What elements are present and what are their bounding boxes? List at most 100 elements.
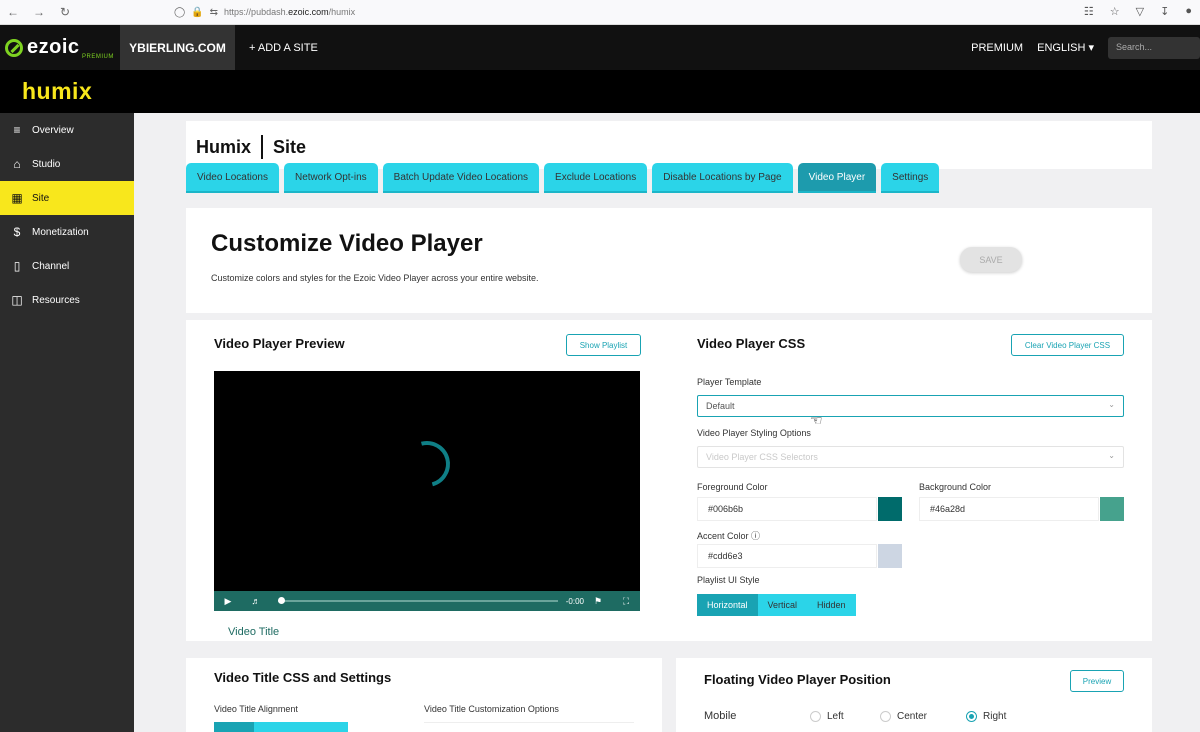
play-icon[interactable]: ▶ (214, 596, 242, 607)
tab-settings[interactable]: Settings (881, 163, 940, 193)
humix-logo[interactable]: humix (22, 78, 92, 105)
alignment-selected-option[interactable] (214, 722, 254, 732)
mobile-label: Mobile (704, 710, 737, 722)
reload-icon[interactable]: ↻ (52, 5, 78, 19)
chevron-down-icon: ▾ (1088, 42, 1094, 54)
language-dropdown[interactable]: ENGLISH ▾ (1037, 41, 1094, 54)
css-title: Video Player CSS (697, 336, 806, 351)
search-input[interactable]: Search... (1108, 36, 1200, 59)
fullscreen-icon[interactable]: ⛶ (612, 596, 640, 607)
position-left-radio[interactable]: Left (810, 711, 844, 722)
background-color-input[interactable]: #46a28d (919, 497, 1099, 521)
volume-icon[interactable]: ♬ (242, 596, 270, 606)
save-button[interactable]: SAVE (960, 247, 1022, 272)
premium-link[interactable]: PREMIUM (971, 42, 1023, 54)
foreground-swatch[interactable] (878, 497, 902, 521)
humix-bar: humix (0, 70, 1200, 113)
translate-icon[interactable]: ☷ (1084, 5, 1094, 18)
site-selector[interactable]: YBIERLING.COM (120, 25, 235, 70)
background-swatch[interactable] (1100, 497, 1124, 521)
page-header: Humix Site (186, 121, 1152, 169)
tab-disable-locations[interactable]: Disable Locations by Page (652, 163, 793, 193)
title-alignment-toggle[interactable] (214, 722, 348, 732)
player-template-select[interactable]: Default ⌄ (697, 395, 1124, 417)
help-icon[interactable]: ⓘ (751, 531, 760, 541)
clear-css-button[interactable]: Clear Video Player CSS (1011, 334, 1124, 356)
video-player[interactable]: ▶ ♬ -0:00 ⚑ ⛶ (214, 371, 640, 611)
styling-label: Video Player Styling Options (697, 428, 811, 438)
playlist-vertical-option[interactable]: Vertical (757, 594, 808, 616)
tab-video-player[interactable]: Video Player (797, 163, 877, 193)
video-title: Video Title (228, 626, 280, 638)
sidebar-item-label: Studio (32, 158, 61, 170)
floating-position-card: Floating Video Player Position Preview M… (676, 658, 1152, 732)
main-content: Humix Site Video Locations Network Opt-i… (134, 113, 1200, 732)
floating-title: Floating Video Player Position (704, 672, 891, 687)
tab-bar: Video Locations Network Opt-ins Batch Up… (186, 163, 940, 193)
radio-label: Left (827, 711, 844, 722)
template-label: Player Template (697, 377, 762, 387)
add-site-link[interactable]: + ADD A SITE (249, 42, 318, 54)
radio-label: Center (897, 711, 928, 722)
account-icon[interactable]: ● (1185, 5, 1192, 18)
language-label: ENGLISH (1037, 42, 1086, 54)
ezoic-logo-text: ezoic (27, 36, 80, 58)
playlist-horizontal-option[interactable]: Horizontal (697, 594, 758, 616)
progress-bar[interactable] (278, 597, 558, 604)
address-bar[interactable]: ◯ 🔒 ⇆ https://pubdash.ezoic.com/humix (174, 7, 355, 18)
title-settings-card: Video Title CSS and Settings Video Title… (186, 658, 662, 732)
tab-exclude-locations[interactable]: Exclude Locations (544, 163, 648, 193)
sidebar-item-label: Monetization (32, 226, 89, 238)
forward-icon[interactable]: → (26, 5, 52, 19)
ezoic-logo[interactable]: ezoic PREMIUM (0, 25, 120, 70)
flag-icon[interactable]: ⚑ (584, 596, 612, 607)
download-icon[interactable]: ↧ (1160, 5, 1169, 18)
url-text: https://pubdash.ezoic.com/humix (224, 7, 356, 17)
styling-options-select[interactable]: Video Player CSS Selectors ⌄ (697, 446, 1124, 468)
accent-color-input[interactable]: #cdd6e3 (697, 544, 877, 568)
background-label: Background Color (919, 482, 992, 492)
bookmark-star-icon[interactable]: ☆ (1110, 5, 1120, 18)
sidebar-item-label: Site (32, 192, 50, 204)
accent-label-text: Accent Color (697, 531, 749, 541)
pocket-icon[interactable]: ▽ (1136, 5, 1144, 18)
title-customization-select[interactable] (424, 722, 634, 732)
customize-description: Customize colors and styles for the Ezoi… (211, 273, 539, 283)
foreground-color-input[interactable]: #006b6b (697, 497, 877, 521)
title-divider (261, 135, 264, 159)
sidebar: ≡ Overview ⌂ Studio ▦ Site $ Monetizatio… (0, 113, 134, 732)
show-playlist-button[interactable]: Show Playlist (566, 334, 641, 356)
sidebar-item-resources[interactable]: ◫ Resources (0, 283, 134, 317)
position-right-radio[interactable]: Right (966, 711, 1006, 722)
player-config-card: Video Player Preview Show Playlist ▶ ♬ -… (186, 320, 1152, 641)
page-title: Humix Site (196, 135, 306, 159)
tab-video-locations[interactable]: Video Locations (186, 163, 279, 193)
permissions-icon: ⇆ (209, 6, 219, 18)
accent-swatch[interactable] (878, 544, 902, 568)
sidebar-item-site[interactable]: ▦ Site (0, 181, 134, 215)
title-site: Site (273, 136, 307, 157)
title-settings-title: Video Title CSS and Settings (214, 670, 392, 685)
sidebar-item-monetization[interactable]: $ Monetization (0, 215, 134, 249)
home-icon: ⌂ (13, 157, 21, 171)
floating-preview-button[interactable]: Preview (1070, 670, 1124, 692)
lock-icon: 🔒 (191, 6, 204, 18)
folder-icon: ◫ (11, 293, 23, 307)
playlist-style-label: Playlist UI Style (697, 575, 760, 585)
sidebar-item-label: Channel (32, 260, 70, 272)
player-controls: ▶ ♬ -0:00 ⚑ ⛶ (214, 591, 640, 611)
sidebar-item-label: Overview (32, 124, 74, 136)
preview-title: Video Player Preview (214, 336, 345, 351)
sidebar-item-label: Resources (32, 294, 80, 306)
playlist-hidden-option[interactable]: Hidden (807, 594, 856, 616)
sidebar-item-channel[interactable]: ▯ Channel (0, 249, 134, 283)
position-center-radio[interactable]: Center (880, 711, 927, 722)
sidebar-item-overview[interactable]: ≡ Overview (0, 113, 134, 147)
hand-cursor-icon: ☜ (810, 412, 823, 428)
back-icon[interactable]: ← (0, 5, 26, 19)
tab-batch-update[interactable]: Batch Update Video Locations (382, 163, 540, 193)
tab-network-opt-ins[interactable]: Network Opt-ins (283, 163, 378, 193)
sidebar-item-studio[interactable]: ⌂ Studio (0, 147, 134, 181)
dollar-icon: $ (13, 225, 21, 239)
template-value: Default (706, 401, 735, 411)
